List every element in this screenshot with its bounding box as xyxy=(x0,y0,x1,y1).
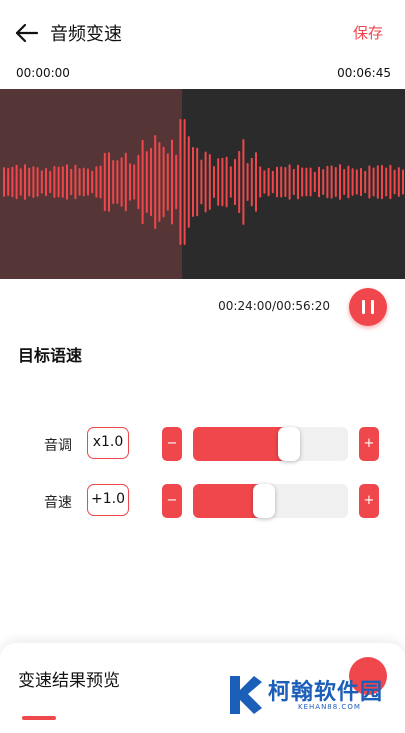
timeline-labels: 00:00:00 00:06:45 xyxy=(0,66,405,84)
pitch-value[interactable]: x1.0 xyxy=(87,427,129,459)
watermark: 柯翰软件园 KEHAN88.COM xyxy=(226,672,396,716)
watermark-domain: KEHAN88.COM xyxy=(298,703,361,711)
speed-increase-button[interactable]: + xyxy=(359,484,379,518)
section-title: 目标语速 xyxy=(18,346,83,365)
speed-slider[interactable] xyxy=(193,484,348,518)
app-header: 音频变速 保存 xyxy=(0,0,405,64)
timeline-end: 00:06:45 xyxy=(337,66,391,80)
waveform-panel[interactable] xyxy=(0,89,405,279)
playback-time: 00:24:00/00:56:20 xyxy=(218,299,330,313)
pitch-increase-button[interactable]: + xyxy=(359,427,379,461)
pitch-label: 音调 xyxy=(44,438,72,454)
pitch-slider[interactable] xyxy=(193,427,348,461)
pitch-slider-fill xyxy=(193,427,290,461)
pitch-slider-thumb[interactable] xyxy=(278,427,301,461)
preview-title: 变速结果预览 xyxy=(18,671,120,691)
speed-value[interactable]: +1.0 xyxy=(87,484,129,516)
pitch-decrease-button[interactable]: − xyxy=(162,427,182,461)
waveform xyxy=(3,119,404,245)
speed-control: 音速 +1.0 − + xyxy=(0,484,405,520)
preview-progress-bar xyxy=(22,716,56,720)
save-button[interactable]: 保存 xyxy=(353,22,383,43)
speed-label: 音速 xyxy=(44,495,72,511)
brand-logo-icon xyxy=(230,676,262,714)
back-button[interactable] xyxy=(14,20,40,46)
arrow-left-icon xyxy=(15,23,39,43)
speed-slider-thumb[interactable] xyxy=(253,484,276,518)
timeline-start: 00:00:00 xyxy=(16,66,70,80)
speed-decrease-button[interactable]: − xyxy=(162,484,182,518)
pause-button[interactable] xyxy=(349,288,387,326)
page-title: 音频变速 xyxy=(50,24,122,45)
watermark-brand: 柯翰软件园 xyxy=(268,680,384,705)
pitch-control: 音调 x1.0 − + xyxy=(0,427,405,463)
